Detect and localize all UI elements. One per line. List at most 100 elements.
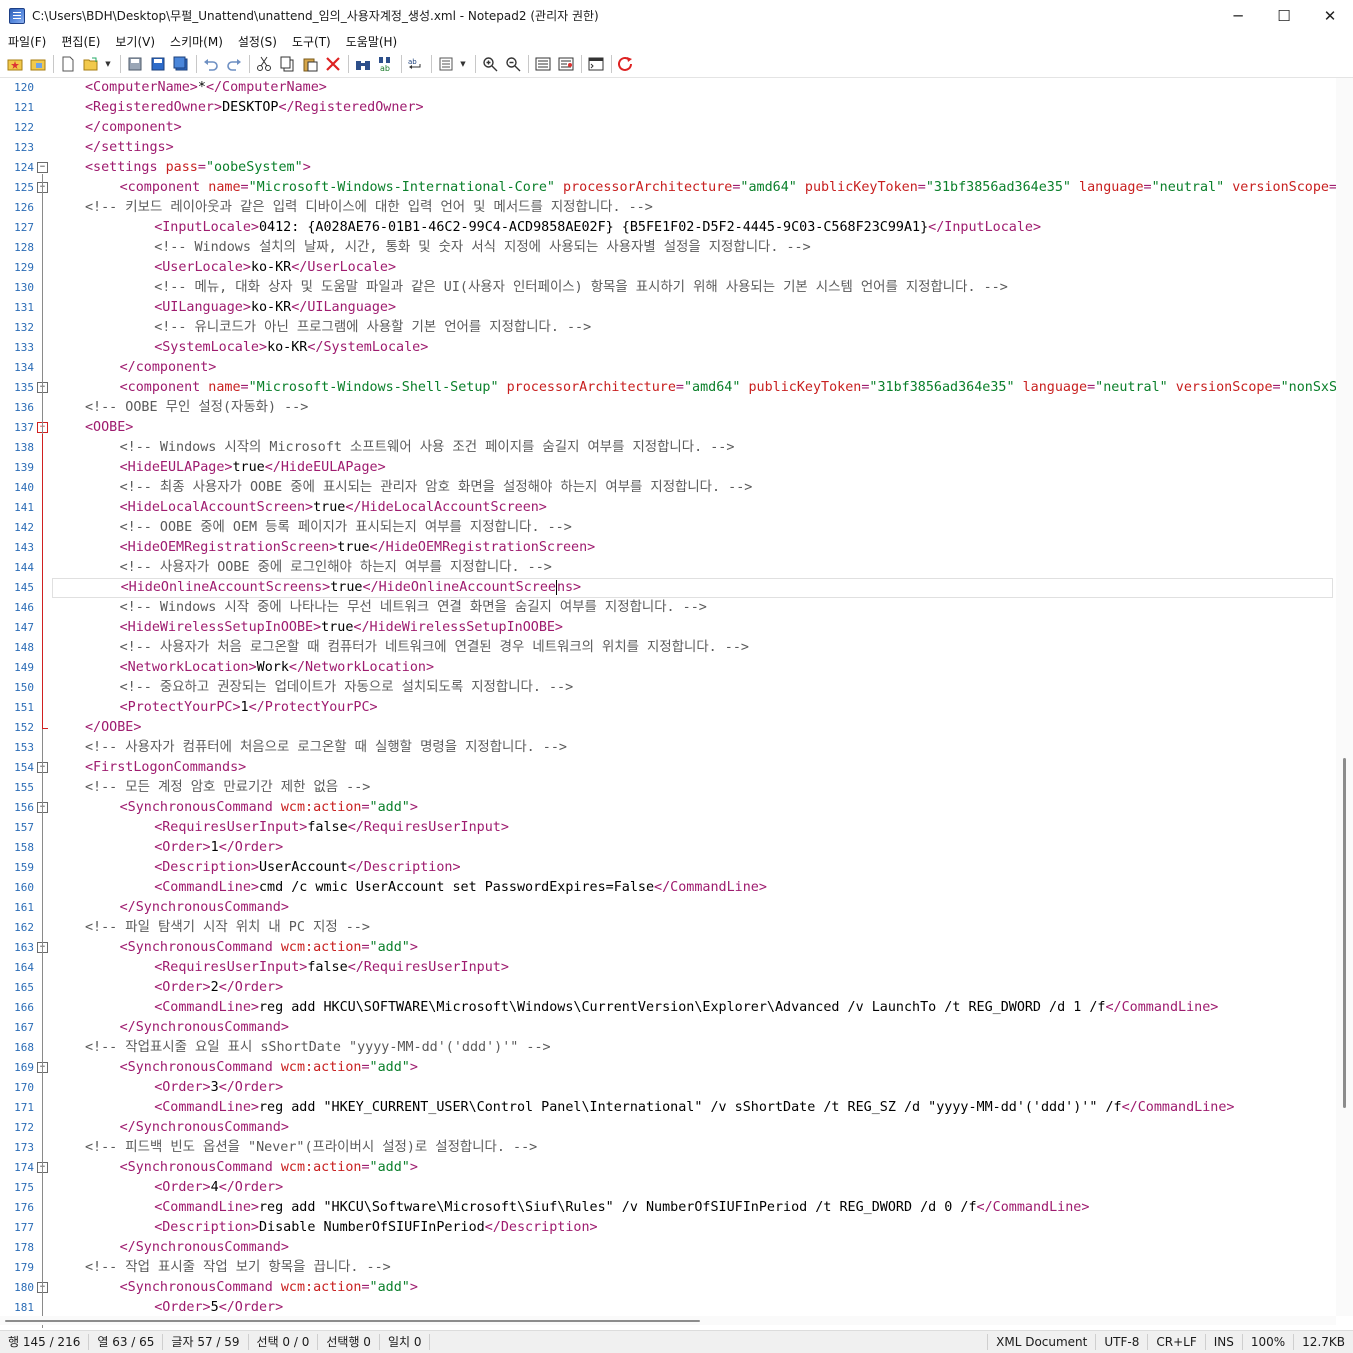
word-wrap-icon[interactable]: ab [406, 54, 426, 74]
menu-edit[interactable]: 편집(E) [53, 33, 107, 50]
open-file-icon[interactable] [81, 54, 101, 74]
exit-icon[interactable] [616, 54, 636, 74]
new-window-icon[interactable] [586, 54, 606, 74]
close-icon[interactable]: ✕ [1307, 0, 1353, 31]
code-line[interactable]: <HideEULAPage>true</HideEULAPage> [52, 458, 386, 478]
code-line[interactable]: <!-- 사용자가 컴퓨터에 처음으로 로그온할 때 실행할 명령을 지정합니다… [52, 738, 567, 758]
save-icon[interactable] [125, 54, 145, 74]
editor-area[interactable]: 120121122123124−125−12612712812913013113… [0, 77, 1353, 1328]
open-folder-icon[interactable] [28, 54, 48, 74]
code-line[interactable]: </component> [52, 358, 217, 378]
status-line[interactable]: 행 145 / 216 [0, 1334, 90, 1350]
copy-icon[interactable] [277, 54, 297, 74]
save-copy-icon[interactable] [171, 54, 191, 74]
code-line[interactable]: <NetworkLocation>Work</NetworkLocation> [52, 658, 434, 678]
status-encoding[interactable]: UTF-8 [1096, 1334, 1149, 1350]
code-line[interactable]: <!-- 최종 사용자가 OOBE 중에 표시되는 관리자 암호 화면을 설정해… [52, 478, 753, 498]
menu-tools[interactable]: 도구(T) [284, 33, 338, 50]
fold-toggle-icon[interactable]: − [37, 162, 48, 173]
status-zoom[interactable]: 100% [1243, 1334, 1295, 1350]
code-line[interactable]: <RegisteredOwner>DESKTOP</RegisteredOwne… [52, 98, 424, 118]
text-content[interactable]: <ComputerName>*</ComputerName> <Registere… [52, 78, 1336, 1316]
code-line[interactable]: <CommandLine>reg add "HKEY_CURRENT_USER\… [52, 1098, 1234, 1118]
zoom-in-icon[interactable] [480, 54, 500, 74]
open-file-dropdown-icon[interactable]: ▼ [104, 54, 112, 74]
delete-icon[interactable] [323, 54, 343, 74]
code-line[interactable]: <SynchronousCommand wcm:action="add"> [52, 1058, 418, 1078]
menu-settings[interactable]: 설정(S) [230, 33, 284, 50]
code-line[interactable]: <Order>5</Order> [52, 1298, 283, 1316]
code-line[interactable]: <!-- OOBE 중에 OEM 등록 페이지가 표시되는지 여부를 지정합니다… [52, 518, 572, 538]
code-line[interactable]: <settings pass="oobeSystem"> [52, 158, 311, 178]
code-line[interactable]: <HideLocalAccountScreen>true</HideLocalA… [52, 498, 547, 518]
code-line[interactable]: <RequiresUserInput>false</RequiresUserIn… [52, 818, 509, 838]
code-line[interactable]: <!-- Windows 시작 중에 나타나는 무선 네트워크 연결 화면을 숨… [52, 598, 707, 618]
code-line[interactable]: <CommandLine>reg add "HKCU\Software\Micr… [52, 1198, 1089, 1218]
menu-view[interactable]: 보기(V) [107, 33, 162, 50]
find-icon[interactable] [353, 54, 373, 74]
code-line[interactable]: <Order>4</Order> [52, 1178, 283, 1198]
code-line[interactable]: </component> [52, 118, 182, 138]
code-line[interactable]: <HideOEMRegistrationScreen>true</HideOEM… [52, 538, 596, 558]
code-line[interactable]: <!-- 작업 표시줄 작업 보기 항목을 끕니다. --> [52, 1258, 391, 1278]
code-line[interactable]: <!-- 사용자가 OOBE 중에 로그인해야 하는지 여부를 지정합니다. -… [52, 558, 552, 578]
current-line[interactable]: <HideOnlineAccountScreens>true</HideOnli… [52, 578, 1333, 598]
code-line[interactable]: <Order>2</Order> [52, 978, 283, 998]
code-line[interactable]: <!-- OOBE 무인 설정(자동화) --> [52, 398, 308, 418]
code-line[interactable]: <component name="Microsoft-Windows-Shell… [52, 378, 1336, 398]
code-line[interactable]: <!-- 사용자가 처음 로그온할 때 컴퓨터가 네트워크에 연결된 경우 네트… [52, 638, 749, 658]
code-line[interactable]: </SynchronousCommand> [52, 1238, 289, 1258]
vertical-scroll-thumb[interactable] [1343, 758, 1346, 1108]
code-line[interactable]: <FirstLogonCommands> [52, 758, 246, 778]
view-schema-icon[interactable] [436, 54, 456, 74]
code-line[interactable]: <!-- 메뉴, 대화 상자 및 도움말 파일과 같은 UI(사용자 인터페이스… [52, 278, 1008, 298]
code-line[interactable]: <!-- 키보드 레이아웃과 같은 입력 디바이스에 대한 입력 언어 및 메서… [52, 198, 653, 218]
code-line[interactable]: <Order>3</Order> [52, 1078, 283, 1098]
menu-file[interactable]: 파일(F) [0, 33, 53, 50]
zoom-out-icon[interactable] [503, 54, 523, 74]
code-line[interactable]: <Order>1</Order> [52, 838, 283, 858]
code-line[interactable]: </SynchronousCommand> [52, 898, 289, 918]
replace-icon[interactable]: ab [376, 54, 396, 74]
view-schema-dropdown-icon[interactable]: ▼ [459, 54, 467, 74]
maximize-icon[interactable]: ☐ [1261, 0, 1307, 31]
code-line[interactable]: <SynchronousCommand wcm:action="add"> [52, 938, 418, 958]
menu-schema[interactable]: 스키마(M) [162, 33, 230, 50]
code-line[interactable]: <SystemLocale>ko-KR</SystemLocale> [52, 338, 428, 358]
code-line[interactable]: <SynchronousCommand wcm:action="add"> [52, 1158, 418, 1178]
code-line[interactable]: <SynchronousCommand wcm:action="add"> [52, 798, 418, 818]
status-eol[interactable]: CR+LF [1148, 1334, 1206, 1350]
code-line[interactable]: <SynchronousCommand wcm:action="add"> [52, 1278, 418, 1298]
code-line[interactable]: <RequiresUserInput>false</RequiresUserIn… [52, 958, 509, 978]
code-line[interactable]: <CommandLine>reg add HKCU\SOFTWARE\Micro… [52, 998, 1218, 1018]
notepad2-app-icon[interactable] [9, 7, 25, 24]
code-line[interactable]: </SynchronousCommand> [52, 1018, 289, 1038]
new-file-icon[interactable] [58, 54, 78, 74]
code-line[interactable]: <!-- Windows 시작의 Microsoft 소프트웨어 사용 조건 페… [52, 438, 735, 458]
code-line[interactable]: <!-- 모든 계정 암호 만료기간 제한 없음 --> [52, 778, 370, 798]
code-line[interactable]: <UILanguage>ko-KR</UILanguage> [52, 298, 396, 318]
code-line[interactable]: <HideWirelessSetupInOOBE>true</HideWirel… [52, 618, 563, 638]
code-line[interactable]: <ComputerName>*</ComputerName> [52, 78, 327, 98]
code-line[interactable]: <Description>UserAccount</Description> [52, 858, 460, 878]
code-line[interactable]: <!-- 파일 탐색기 시작 위치 내 PC 지정 --> [52, 918, 370, 938]
code-line[interactable]: </OOBE> [52, 718, 141, 738]
redo-icon[interactable] [224, 54, 244, 74]
status-doc-type[interactable]: XML Document [988, 1334, 1097, 1350]
code-line[interactable]: <!-- 유니코드가 아닌 프로그램에 사용할 기본 언어를 지정합니다. --… [52, 318, 591, 338]
favorites-icon[interactable] [5, 54, 25, 74]
code-line[interactable]: <CommandLine>cmd /c wmic UserAccount set… [52, 878, 767, 898]
code-line[interactable]: </settings> [52, 138, 174, 158]
code-line[interactable]: <ProtectYourPC>1</ProtectYourPC> [52, 698, 378, 718]
undo-icon[interactable] [201, 54, 221, 74]
code-line[interactable]: </SynchronousCommand> [52, 1118, 289, 1138]
cut-icon[interactable] [254, 54, 274, 74]
horizontal-scrollbar[interactable] [0, 1316, 1336, 1325]
save-as-icon[interactable] [148, 54, 168, 74]
code-line[interactable]: <!-- 작업표시줄 요일 표시 sShortDate "yyyy-MM-dd'… [52, 1038, 551, 1058]
settings-icon[interactable] [533, 54, 553, 74]
code-line[interactable]: <Description>Disable NumberOfSIUFInPerio… [52, 1218, 597, 1238]
code-line[interactable]: <!-- Windows 설치의 날짜, 시간, 통화 및 숫자 서식 지정에 … [52, 238, 810, 258]
code-line[interactable]: <UserLocale>ko-KR</UserLocale> [52, 258, 396, 278]
menu-help[interactable]: 도움말(H) [338, 33, 405, 50]
